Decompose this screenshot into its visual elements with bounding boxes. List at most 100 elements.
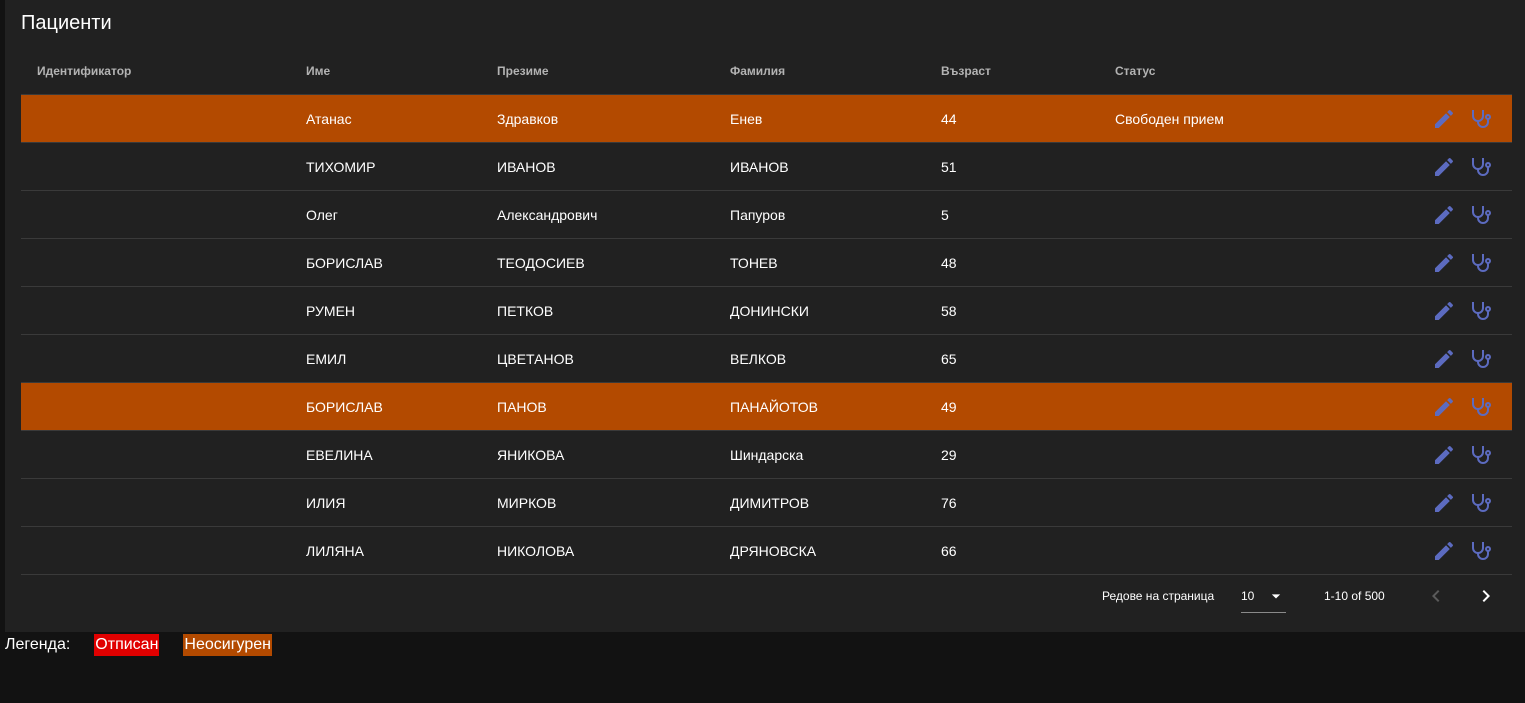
stethoscope-icon [1472,157,1491,176]
cell-last-name: Папуров [730,190,941,239]
table-row[interactable]: ТИХОМИР ИВАНОВ ИВАНОВ 51 [21,142,1512,191]
table-header-row: Идентификатор Име Презиме Фамилия Възрас… [21,48,1512,95]
edit-button[interactable] [1432,155,1456,179]
edit-button[interactable] [1432,395,1456,419]
cell-id [21,142,306,191]
cell-age: 49 [941,382,1115,431]
table-row[interactable]: РУМЕН ПЕТКОВ ДОНИНСКИ 58 [21,286,1512,335]
stethoscope-icon [1472,301,1491,320]
cell-id [21,478,306,527]
cell-status [1115,142,1415,191]
examination-button[interactable] [1468,251,1492,275]
column-header-status[interactable]: Статус [1115,48,1415,95]
pencil-icon [1435,205,1454,224]
cell-last-name: ТОНЕВ [730,238,941,287]
cell-status [1115,526,1415,575]
stethoscope-icon [1472,445,1491,464]
examination-button[interactable] [1468,539,1492,563]
cell-middle-name: ЦВЕТАНОВ [497,334,730,383]
cell-status: Свободен прием [1115,94,1415,143]
cell-actions [1415,94,1512,143]
examination-button[interactable] [1468,443,1492,467]
edit-button[interactable] [1432,299,1456,323]
cell-actions [1415,382,1512,431]
cell-first-name: БОРИСЛАВ [306,238,497,287]
cell-actions [1415,334,1512,383]
cell-last-name: ВЕЛКОВ [730,334,941,383]
pencil-icon [1435,301,1454,320]
edit-button[interactable] [1432,251,1456,275]
pencil-icon [1435,109,1454,128]
rows-per-page-select[interactable]: 10 [1241,582,1286,613]
cell-last-name: ИВАНОВ [730,142,941,191]
edit-button[interactable] [1432,107,1456,131]
cell-middle-name: ЯНИКОВА [497,430,730,479]
cell-actions [1415,190,1512,239]
cell-id [21,286,306,335]
cell-actions [1415,142,1512,191]
cell-last-name: ДОНИНСКИ [730,286,941,335]
previous-page-button[interactable] [1424,584,1448,608]
edit-button[interactable] [1432,539,1456,563]
column-header-last-name[interactable]: Фамилия [730,48,941,95]
pencil-icon [1435,493,1454,512]
table-row[interactable]: Атанас Здравков Енев 44 Свободен прием [21,94,1512,143]
cell-middle-name: ПЕТКОВ [497,286,730,335]
edit-button[interactable] [1432,491,1456,515]
cell-id [21,94,306,143]
examination-button[interactable] [1468,155,1492,179]
cell-first-name: Олег [306,190,497,239]
table-row[interactable]: Олег Александрович Папуров 5 [21,190,1512,239]
cell-last-name: ДРЯНОВСКА [730,526,941,575]
cell-middle-name: Александрович [497,190,730,239]
examination-button[interactable] [1468,395,1492,419]
next-page-button[interactable] [1474,584,1498,608]
cell-first-name: РУМЕН [306,286,497,335]
table-row[interactable]: ИЛИЯ МИРКОВ ДИМИТРОВ 76 [21,478,1512,527]
edit-button[interactable] [1432,443,1456,467]
legend-label: Легенда: [5,636,71,653]
cell-first-name: ЕМИЛ [306,334,497,383]
table-row[interactable]: ЕВЕЛИНА ЯНИКОВА Шиндарска 29 [21,430,1512,479]
stethoscope-icon [1472,253,1491,272]
examination-button[interactable] [1468,203,1492,227]
examination-button[interactable] [1468,491,1492,515]
cell-middle-name: Здравков [497,94,730,143]
examination-button[interactable] [1468,107,1492,131]
column-header-middle-name[interactable]: Презиме [497,48,730,95]
cell-middle-name: МИРКОВ [497,478,730,527]
cell-age: 66 [941,526,1115,575]
stethoscope-icon [1472,493,1491,512]
examination-button[interactable] [1468,299,1492,323]
table-row[interactable]: ЕМИЛ ЦВЕТАНОВ ВЕЛКОВ 65 [21,334,1512,383]
cell-age: 65 [941,334,1115,383]
table-row[interactable]: БОРИСЛАВ ТЕОДОСИЕВ ТОНЕВ 48 [21,238,1512,287]
dropdown-arrow-icon [1271,594,1281,599]
cell-id [21,190,306,239]
column-header-first-name[interactable]: Име [306,48,497,95]
examination-button[interactable] [1468,347,1492,371]
pencil-icon [1435,397,1454,416]
cell-status [1115,238,1415,287]
legend-item-unsubscribed: Отписан [94,634,160,656]
column-header-age[interactable]: Възраст [941,48,1115,95]
table-row[interactable]: ЛИЛЯНА НИКОЛОВА ДРЯНОВСКА 66 [21,526,1512,575]
cell-last-name: ПАНАЙОТОВ [730,382,941,431]
cell-last-name: ДИМИТРОВ [730,478,941,527]
cell-age: 76 [941,478,1115,527]
pencil-icon [1435,541,1454,560]
rows-per-page-label: Редове на страница [1102,589,1215,603]
stethoscope-icon [1472,397,1491,416]
cell-first-name: ТИХОМИР [306,142,497,191]
edit-button[interactable] [1432,203,1456,227]
cell-first-name: ЕВЕЛИНА [306,430,497,479]
legend: Легенда: Отписан Неосигурен [5,634,296,656]
cell-id [21,238,306,287]
cell-first-name: ИЛИЯ [306,478,497,527]
column-header-id[interactable]: Идентификатор [21,48,306,95]
cell-status [1115,190,1415,239]
edit-button[interactable] [1432,347,1456,371]
patients-table: Идентификатор Име Презиме Фамилия Възрас… [21,48,1512,575]
table-row[interactable]: БОРИСЛАВ ПАНОВ ПАНАЙОТОВ 49 [21,382,1512,431]
cell-middle-name: ИВАНОВ [497,142,730,191]
